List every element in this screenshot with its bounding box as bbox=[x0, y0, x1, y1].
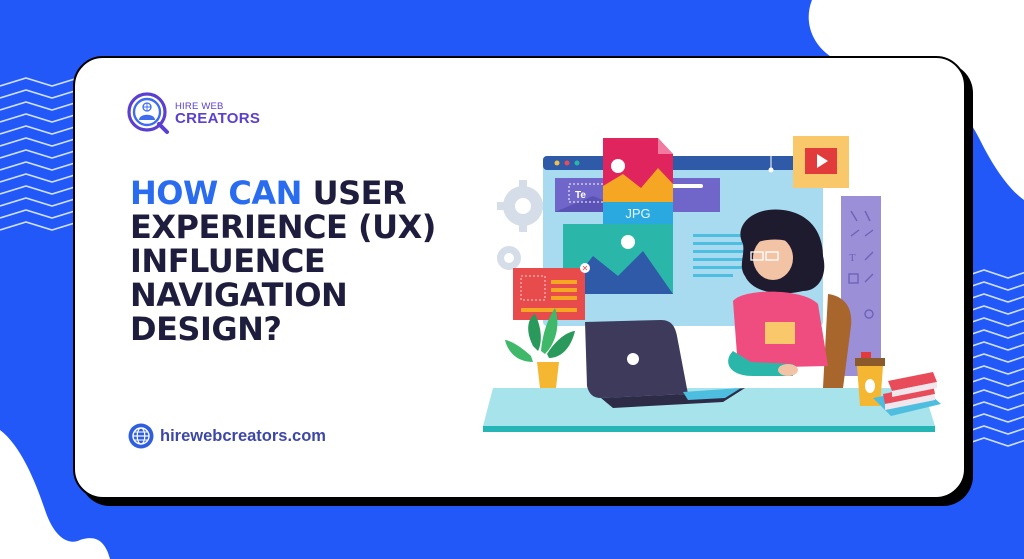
left-zigzag-pattern bbox=[0, 77, 79, 231]
headline: HOW CAN USER EXPERIENCE (UX) INFLUENCE N… bbox=[130, 176, 436, 346]
website-url: hirewebcreators.com bbox=[160, 426, 326, 445]
headline-line2: EXPERIENCE (UX) bbox=[130, 208, 436, 246]
headline-line1-rest: USER bbox=[301, 174, 407, 212]
video-play-icon bbox=[793, 136, 849, 188]
website-link[interactable]: hirewebcreators.com bbox=[128, 423, 326, 449]
brand-name-line2: CREATORS bbox=[175, 110, 261, 128]
headline-line3: INFLUENCE bbox=[130, 242, 326, 280]
text-placeholder: Te bbox=[575, 190, 586, 201]
jpg-file-icon: JPG bbox=[603, 138, 673, 224]
image-editor-popup: ✕ bbox=[513, 263, 590, 320]
headline-line4: NAVIGATION bbox=[130, 276, 348, 314]
headline-line5: DESIGN? bbox=[130, 310, 282, 348]
globe-person-magnifier-icon bbox=[127, 92, 169, 134]
brand-logo[interactable]: HIRE WEB CREATORS bbox=[127, 92, 260, 136]
globe-icon bbox=[128, 423, 154, 449]
svg-text:✕: ✕ bbox=[582, 264, 589, 273]
gear-icon bbox=[497, 180, 549, 232]
headline-accent: HOW CAN bbox=[130, 174, 302, 212]
svg-text:T: T bbox=[849, 252, 856, 264]
laptop-icon bbox=[585, 320, 745, 408]
hero-illustration: Te JPG T ✕ bbox=[483, 136, 941, 432]
banner-card: HIRE WEB CREATORS HOW CAN USER EXPERIENC… bbox=[73, 56, 966, 499]
jpg-label: JPG bbox=[625, 206, 650, 221]
small-gear-icon bbox=[497, 246, 521, 270]
